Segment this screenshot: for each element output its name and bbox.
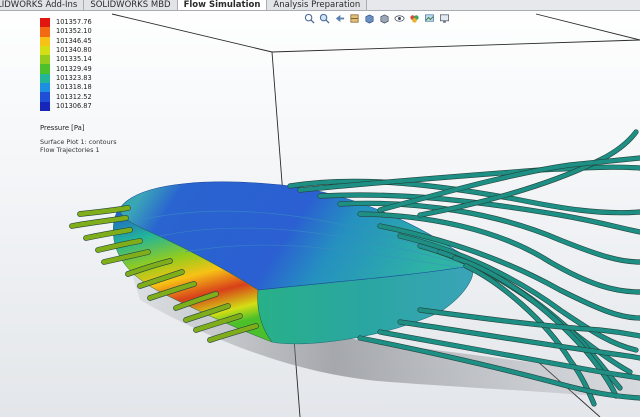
legend-row: 101335.14 (40, 55, 140, 65)
legend-value: 101312.52 (56, 92, 92, 101)
heads-up-view-toolbar (304, 12, 450, 24)
legend-row: 101352.10 (40, 27, 140, 37)
tab-solidworks-mbd[interactable]: SOLIDWORKS MBD (84, 0, 178, 10)
tab-flow-simulation[interactable]: Flow Simulation (177, 0, 268, 10)
pressure-legend[interactable]: 101357.76 101352.10 101346.45 101340.80 … (40, 18, 140, 111)
legend-swatch (40, 73, 50, 84)
legend-row: 101318.18 (40, 83, 140, 93)
legend-swatch (40, 101, 50, 111)
legend-row: 101323.83 (40, 73, 140, 84)
previous-view-icon[interactable] (334, 13, 345, 24)
zoom-to-fit-icon[interactable] (304, 13, 315, 24)
legend-value: 101306.87 (56, 101, 92, 110)
legend-swatch (40, 55, 50, 65)
legend-swatch (40, 45, 50, 56)
plot-description: Surface Plot 1: contours Flow Trajectori… (40, 138, 117, 154)
legend-row: 101346.45 (40, 36, 140, 46)
legend-row: 101340.80 (40, 45, 140, 56)
legend-value: 101335.14 (56, 55, 92, 64)
legend-value: 101352.10 (56, 27, 92, 36)
legend-swatch (40, 36, 50, 46)
section-view-icon[interactable] (349, 13, 360, 24)
legend-swatch (40, 92, 50, 102)
edit-appearance-icon[interactable] (409, 13, 420, 24)
legend-units-label: Pressure [Pa] (40, 124, 85, 132)
legend-row: 101329.49 (40, 64, 140, 74)
legend-value: 101318.18 (56, 83, 92, 92)
legend-value: 101340.80 (56, 46, 92, 55)
legend-swatch (40, 83, 50, 93)
tab-analysis-preparation[interactable]: Analysis Preparation (267, 0, 368, 10)
zoom-area-icon[interactable] (319, 13, 330, 24)
legend-value: 101357.76 (56, 18, 92, 27)
legend-swatch (40, 27, 50, 37)
display-style-icon[interactable] (379, 13, 390, 24)
legend-value: 101329.49 (56, 64, 92, 73)
command-manager-tabs: LIDWORKS Add-Ins SOLIDWORKS MBD Flow Sim… (0, 0, 640, 11)
legend-row: 101306.87 (40, 101, 140, 111)
legend-row: 101312.52 (40, 92, 140, 102)
tab-solidworks-add-ins[interactable]: LIDWORKS Add-Ins (0, 0, 85, 10)
view-settings-icon[interactable] (439, 13, 450, 24)
legend-value: 101323.83 (56, 73, 92, 82)
legend-value: 101346.45 (56, 36, 92, 45)
legend-swatch (40, 64, 50, 74)
scene-icon[interactable] (424, 13, 435, 24)
hide-show-icon[interactable] (394, 13, 405, 24)
legend-row: 101357.76 (40, 18, 140, 28)
view-orientation-icon[interactable] (364, 13, 375, 24)
flow-trajectories-label: Flow Trajectories 1 (40, 145, 100, 154)
legend-swatch (40, 18, 50, 28)
